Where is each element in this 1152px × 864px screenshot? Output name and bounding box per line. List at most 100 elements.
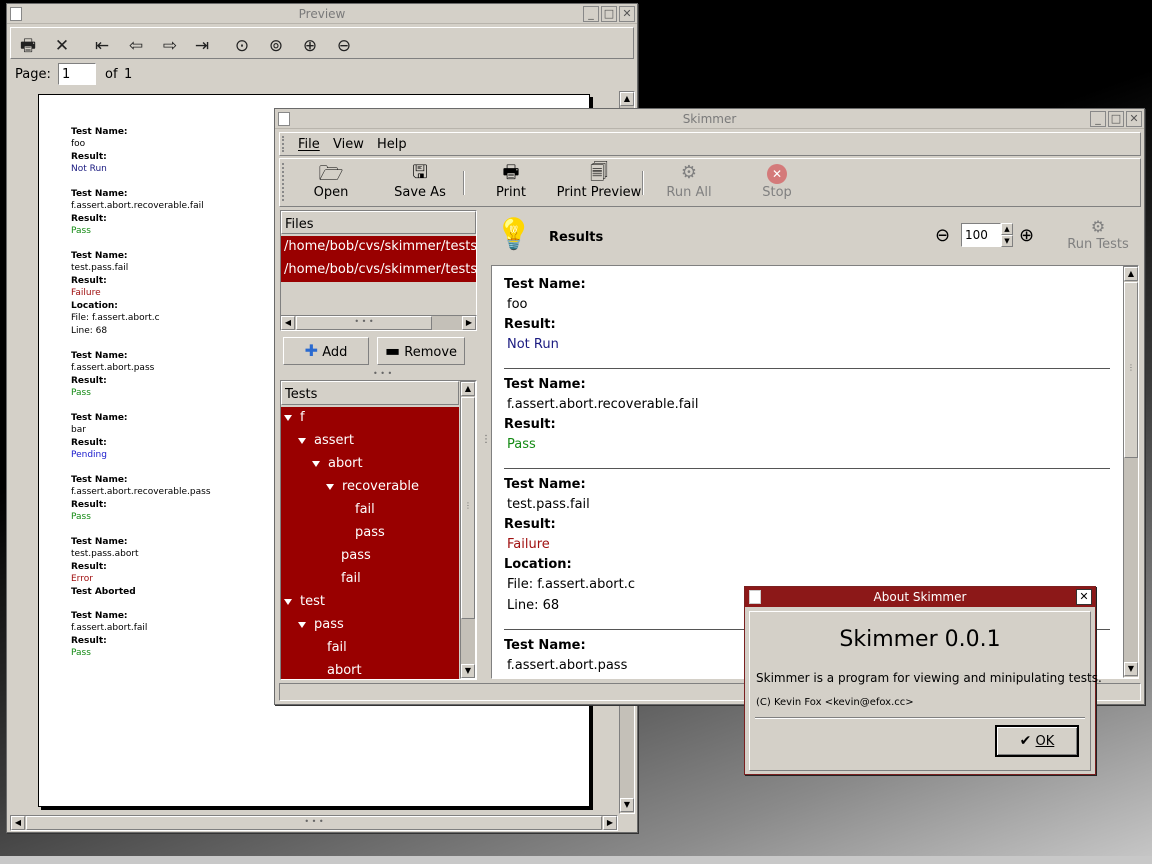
tree-vscroll-thumb[interactable]: ⋮: [461, 397, 475, 619]
add-button[interactable]: ✚ Add: [283, 337, 369, 365]
tree-row[interactable]: abort: [281, 453, 459, 476]
menu-file[interactable]: File: [298, 137, 320, 152]
pv-result-label: Result:: [71, 376, 107, 386]
tree-row[interactable]: abort: [281, 660, 459, 679]
pv-result-label: Result:: [71, 500, 107, 510]
remove-label: Remove: [404, 345, 458, 360]
menu-help[interactable]: Help: [377, 137, 407, 152]
stop-label: Stop: [762, 185, 792, 200]
tree-row[interactable]: fail: [281, 499, 459, 522]
save-as-button[interactable]: 🖫 Save As: [385, 161, 455, 205]
result-name: f.assert.abort.recoverable.fail: [507, 397, 699, 412]
scroll-up-icon[interactable]: ▲: [461, 382, 475, 396]
pv-aborted: Test Aborted: [71, 587, 136, 597]
tree-row[interactable]: recoverable: [281, 476, 459, 499]
result-label: Result:: [504, 417, 556, 432]
scroll-down-icon[interactable]: ▼: [1124, 662, 1138, 676]
expander-icon[interactable]: [326, 483, 334, 490]
hscroll-thumb[interactable]: • • •: [26, 816, 602, 830]
tree-row[interactable]: f: [281, 407, 459, 430]
pv-result: Error: [71, 574, 93, 584]
tree-row[interactable]: fail: [281, 568, 459, 591]
tree-row[interactable]: assert: [281, 430, 459, 453]
skimmer-titlebar[interactable]: Skimmer _ □ ✕: [275, 109, 1144, 129]
scroll-down-icon[interactable]: ▼: [620, 798, 634, 812]
save-icon: 🖫: [412, 162, 428, 183]
scroll-down-icon[interactable]: ▼: [461, 664, 475, 678]
zoom-out-icon[interactable]: ⊖: [935, 225, 950, 246]
results-vscroll-thumb[interactable]: ⋮: [1124, 282, 1138, 458]
prev-page-icon[interactable]: ⇦: [123, 34, 149, 58]
scroll-up-icon[interactable]: ▲: [620, 92, 634, 106]
tree-row[interactable]: pass: [281, 545, 459, 568]
zoom-in-icon[interactable]: ⊕: [297, 34, 323, 58]
tests-header[interactable]: Tests: [281, 381, 459, 405]
pv-result: Pass: [71, 648, 91, 658]
scroll-right-icon[interactable]: ▶: [603, 816, 617, 830]
taskbar: [0, 856, 1152, 864]
zoom-spinner[interactable]: [961, 223, 1001, 247]
zoom-fit-icon[interactable]: ⊚: [263, 34, 289, 58]
expander-icon[interactable]: [284, 598, 292, 605]
menu-view[interactable]: View: [333, 137, 364, 152]
close-icon[interactable]: ✕: [619, 6, 635, 22]
tree-row[interactable]: pass: [281, 522, 459, 545]
close-icon[interactable]: ✕: [1076, 589, 1092, 605]
pv-name: f.assert.abort.recoverable.fail: [71, 201, 204, 211]
open-button[interactable]: 🗁 Open: [303, 161, 359, 205]
scroll-left-icon[interactable]: ◀: [11, 816, 25, 830]
preview-titlebar[interactable]: Preview _ □ ✕: [7, 4, 637, 24]
expander-icon[interactable]: [298, 437, 306, 444]
maximize-icon[interactable]: □: [601, 6, 617, 22]
printer-icon[interactable]: 🖶: [15, 34, 41, 58]
first-page-icon[interactable]: ⇤: [89, 34, 115, 58]
next-page-icon[interactable]: ⇨: [157, 34, 183, 58]
tree-row[interactable]: fail: [281, 637, 459, 660]
print-button[interactable]: 🖶 Print: [483, 161, 539, 205]
zoom-out-icon[interactable]: ⊖: [331, 34, 357, 58]
page-input[interactable]: [58, 63, 96, 85]
files-header[interactable]: Files: [281, 211, 476, 234]
spin-up-icon[interactable]: ▲: [1001, 223, 1013, 235]
remove-button[interactable]: ▬ Remove: [377, 337, 465, 365]
tree-row[interactable]: pass: [281, 614, 459, 637]
menubar-grip[interactable]: [282, 136, 286, 152]
toolbar-grip[interactable]: [282, 163, 286, 201]
pv-name-label: Test Name:: [71, 537, 128, 547]
result-name-label: Test Name:: [504, 638, 586, 653]
spin-down-icon[interactable]: ▼: [1001, 235, 1013, 247]
total-pages: 1: [124, 67, 133, 82]
minimize-icon[interactable]: _: [1090, 111, 1106, 127]
results-title: Results: [549, 230, 604, 245]
tree-row[interactable]: test: [281, 591, 459, 614]
run-all-button[interactable]: ⚙ Run All: [661, 161, 717, 205]
maximize-icon[interactable]: □: [1108, 111, 1124, 127]
expander-icon[interactable]: [312, 460, 320, 467]
minimize-icon[interactable]: _: [583, 6, 599, 22]
scroll-left-icon[interactable]: ◀: [281, 316, 295, 330]
scroll-up-icon[interactable]: ▲: [1124, 267, 1138, 281]
file-row[interactable]: /home/bob/cvs/skimmer/tests/foo: [281, 259, 476, 282]
expander-icon[interactable]: [298, 621, 306, 628]
pv-name-label: Test Name:: [71, 127, 128, 137]
zoom-100-icon[interactable]: ⊙: [229, 34, 255, 58]
close-preview-icon[interactable]: ✕: [49, 34, 75, 58]
ok-button[interactable]: ✔ OK: [995, 725, 1079, 757]
stop-button[interactable]: ✕ Stop: [749, 161, 805, 205]
pane-splitter-grip[interactable]: ⋮: [481, 434, 491, 445]
pane-grip[interactable]: • • •: [373, 369, 392, 378]
print-preview-button[interactable]: 🗐 Print Preview: [555, 161, 643, 205]
file-row[interactable]: /home/bob/cvs/skimmer/tests/foo: [281, 236, 476, 259]
close-icon[interactable]: ✕: [1126, 111, 1142, 127]
scroll-right-icon[interactable]: ▶: [462, 316, 476, 330]
files-hscroll-thumb[interactable]: • • •: [296, 316, 432, 330]
pv-name: f.assert.abort.pass: [71, 363, 155, 373]
about-app-name: Skimmer 0.0.1: [839, 627, 1001, 652]
zoom-in-icon[interactable]: ⊕: [1019, 225, 1034, 246]
expander-icon[interactable]: [284, 414, 292, 421]
result-name: foo: [507, 297, 528, 312]
about-titlebar[interactable]: About Skimmer ✕: [745, 587, 1095, 607]
pv-result-label: Result:: [71, 438, 107, 448]
last-page-icon[interactable]: ⇥: [189, 34, 215, 58]
run-tests-button[interactable]: ⚙ Run Tests: [1063, 217, 1133, 257]
